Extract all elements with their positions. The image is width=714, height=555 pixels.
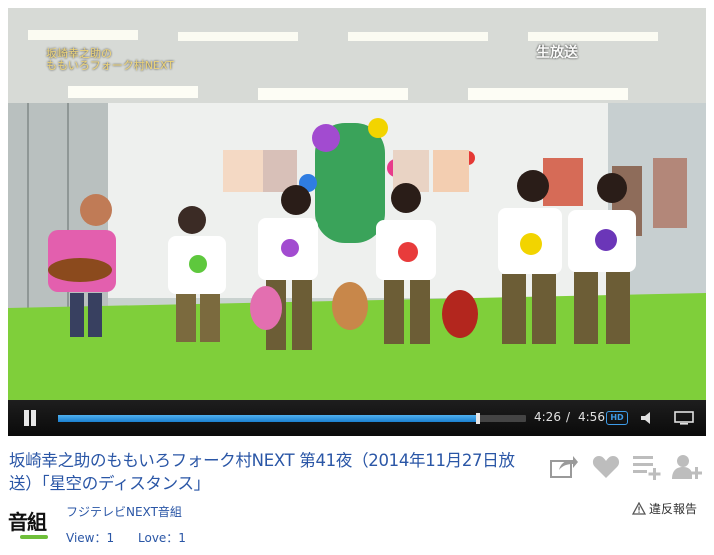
fullscreen-icon[interactable] [674, 411, 694, 425]
video-player[interactable]: 坂崎幸之助の ももいろフォーク村NEXT 生放送 4:26 / 4:56 HD [8, 8, 706, 436]
seek-bar[interactable] [58, 413, 526, 424]
warning-icon [632, 502, 646, 515]
hd-icon[interactable]: HD [606, 411, 628, 425]
current-time: 4:26 [534, 410, 561, 424]
love-count: Love：1 [138, 531, 186, 545]
view-count: View：1 [66, 531, 115, 545]
channel-name[interactable]: フジテレビNEXT音組 [66, 503, 182, 520]
time-separator: / [566, 410, 571, 424]
pause-button[interactable] [22, 410, 38, 426]
player-controls: 4:26 / 4:56 HD [8, 400, 706, 436]
report-label: 違反報告 [649, 502, 698, 516]
seek-bar-played [58, 415, 478, 422]
channel-logo-text: 音組 [8, 510, 47, 534]
report-link[interactable]: 違反報告 [632, 500, 697, 517]
playlist-add-icon[interactable] [632, 453, 662, 481]
volume-icon[interactable] [640, 411, 656, 425]
follow-icon[interactable] [672, 453, 702, 481]
channel-logo[interactable]: 音組 [8, 509, 56, 549]
channel-logo-underline [20, 535, 48, 539]
overlay-live-label: 生放送 [536, 45, 578, 61]
overlay-program-logo: 坂崎幸之助の ももいろフォーク村NEXT [46, 47, 175, 72]
share-icon[interactable] [549, 453, 579, 479]
duration: 4:56 [578, 410, 605, 424]
pause-icon-bar [31, 410, 36, 426]
heart-icon[interactable] [592, 455, 620, 479]
video-title: 坂崎幸之助のももいろフォーク村NEXT 第41夜（2014年11月27日放送）「… [9, 451, 515, 493]
pause-icon [24, 410, 29, 426]
seek-thumb[interactable] [476, 413, 480, 424]
video-frame[interactable]: 坂崎幸之助の ももいろフォーク村NEXT 生放送 [8, 8, 706, 400]
